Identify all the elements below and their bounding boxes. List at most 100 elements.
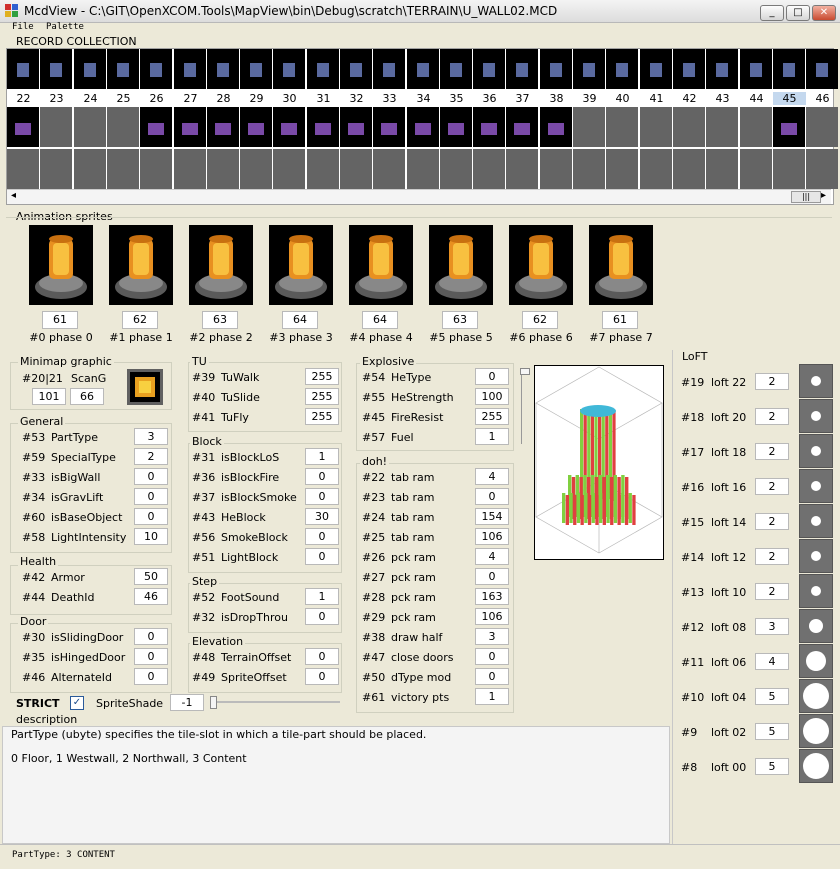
animation-value[interactable]: 61 [602,311,638,329]
record-number[interactable]: 46 [806,92,839,105]
record-number[interactable]: 26 [140,92,173,105]
block-value[interactable]: 0 [305,548,339,565]
general-value[interactable]: 0 [134,508,168,525]
record-tile[interactable] [440,49,472,89]
record-number[interactable]: 22 [7,92,40,105]
record-tile-empty[interactable] [473,149,505,189]
elevation-value[interactable]: 0 [305,668,339,685]
doh-value[interactable]: 154 [475,508,509,525]
record-tile[interactable] [107,107,139,147]
record-tile[interactable] [473,107,505,147]
record-tile-empty[interactable] [140,149,172,189]
record-tile-empty[interactable] [573,149,605,189]
record-tile[interactable] [273,107,305,147]
record-tile[interactable] [740,49,772,89]
doh-value[interactable]: 0 [475,488,509,505]
record-tile-empty[interactable] [806,149,838,189]
explosive-value[interactable]: 100 [475,388,509,405]
record-tile[interactable] [506,107,538,147]
doh-value[interactable]: 163 [475,588,509,605]
record-number[interactable]: 45 [773,92,806,105]
preview-slider-thumb[interactable] [520,368,530,375]
record-tile[interactable] [174,107,206,147]
block-value[interactable]: 0 [305,528,339,545]
record-number[interactable]: 34 [407,92,440,105]
record-number[interactable]: 42 [673,92,706,105]
record-tile[interactable] [640,107,672,147]
strict-checkbox[interactable]: ✓ [70,696,84,710]
explosive-value[interactable]: 255 [475,408,509,425]
loft-value[interactable]: 2 [755,478,789,495]
record-tile[interactable] [207,49,239,89]
loft-value[interactable]: 4 [755,653,789,670]
close-button[interactable]: ✕ [812,5,836,21]
tu-value[interactable]: 255 [305,388,339,405]
doh-value[interactable]: 4 [475,468,509,485]
explosive-value[interactable]: 0 [475,368,509,385]
tu-value[interactable]: 255 [305,408,339,425]
record-tile[interactable] [673,107,705,147]
scroll-left-icon[interactable]: ◂ [11,190,16,201]
record-tile-empty[interactable] [407,149,439,189]
health-value[interactable]: 46 [134,588,168,605]
record-tile-empty[interactable] [540,149,572,189]
animation-value[interactable]: 63 [442,311,478,329]
record-tile[interactable] [307,49,339,89]
record-tile[interactable] [573,49,605,89]
general-value[interactable]: 2 [134,448,168,465]
minimap-value-1[interactable]: 101 [32,388,66,405]
record-tile-empty[interactable] [7,149,39,189]
record-tile-empty[interactable] [606,149,638,189]
loft-value[interactable]: 5 [755,758,789,775]
animation-value[interactable]: 62 [122,311,158,329]
doh-value[interactable]: 106 [475,528,509,545]
record-tile-empty[interactable] [40,149,72,189]
record-number[interactable]: 36 [473,92,506,105]
record-tile[interactable] [340,107,372,147]
record-tile[interactable] [706,107,738,147]
record-number[interactable]: 31 [307,92,340,105]
scroll-right-icon[interactable]: ▸ [821,190,826,201]
menu-palette[interactable]: Palette [46,22,84,32]
record-number[interactable]: 37 [506,92,539,105]
record-tile[interactable] [340,49,372,89]
spriteshade-value[interactable]: -1 [170,694,204,711]
general-value[interactable]: 0 [134,488,168,505]
record-tile-empty[interactable] [673,149,705,189]
doh-value[interactable]: 106 [475,608,509,625]
loft-value[interactable]: 2 [755,443,789,460]
animation-value[interactable]: 63 [202,311,238,329]
door-value[interactable]: 0 [134,628,168,645]
record-number[interactable]: 44 [740,92,773,105]
doh-value[interactable]: 1 [475,688,509,705]
record-tile[interactable] [240,49,272,89]
loft-value[interactable]: 2 [755,408,789,425]
preview-slider[interactable] [520,368,530,444]
record-tile[interactable] [273,49,305,89]
doh-value[interactable]: 0 [475,568,509,585]
record-number[interactable]: 29 [240,92,273,105]
record-number[interactable]: 43 [706,92,739,105]
record-tile[interactable] [740,107,772,147]
record-tile-empty[interactable] [740,149,772,189]
record-tile[interactable] [540,49,572,89]
loft-value[interactable]: 5 [755,688,789,705]
record-tile[interactable] [540,107,572,147]
record-number[interactable]: 30 [273,92,306,105]
record-tile[interactable] [773,49,805,89]
record-tile[interactable] [207,107,239,147]
door-value[interactable]: 0 [134,668,168,685]
record-number[interactable]: 40 [606,92,639,105]
record-tile[interactable] [806,49,838,89]
record-tile-empty[interactable] [706,149,738,189]
record-number[interactable]: 28 [207,92,240,105]
record-tile-empty[interactable] [640,149,672,189]
record-number[interactable]: 24 [74,92,107,105]
spriteshade-slider-thumb[interactable] [210,696,217,709]
loft-value[interactable]: 5 [755,723,789,740]
record-tile[interactable] [74,107,106,147]
elevation-value[interactable]: 0 [305,648,339,665]
record-tile[interactable] [407,107,439,147]
maximize-button[interactable]: □ [786,5,810,21]
loft-value[interactable]: 2 [755,513,789,530]
